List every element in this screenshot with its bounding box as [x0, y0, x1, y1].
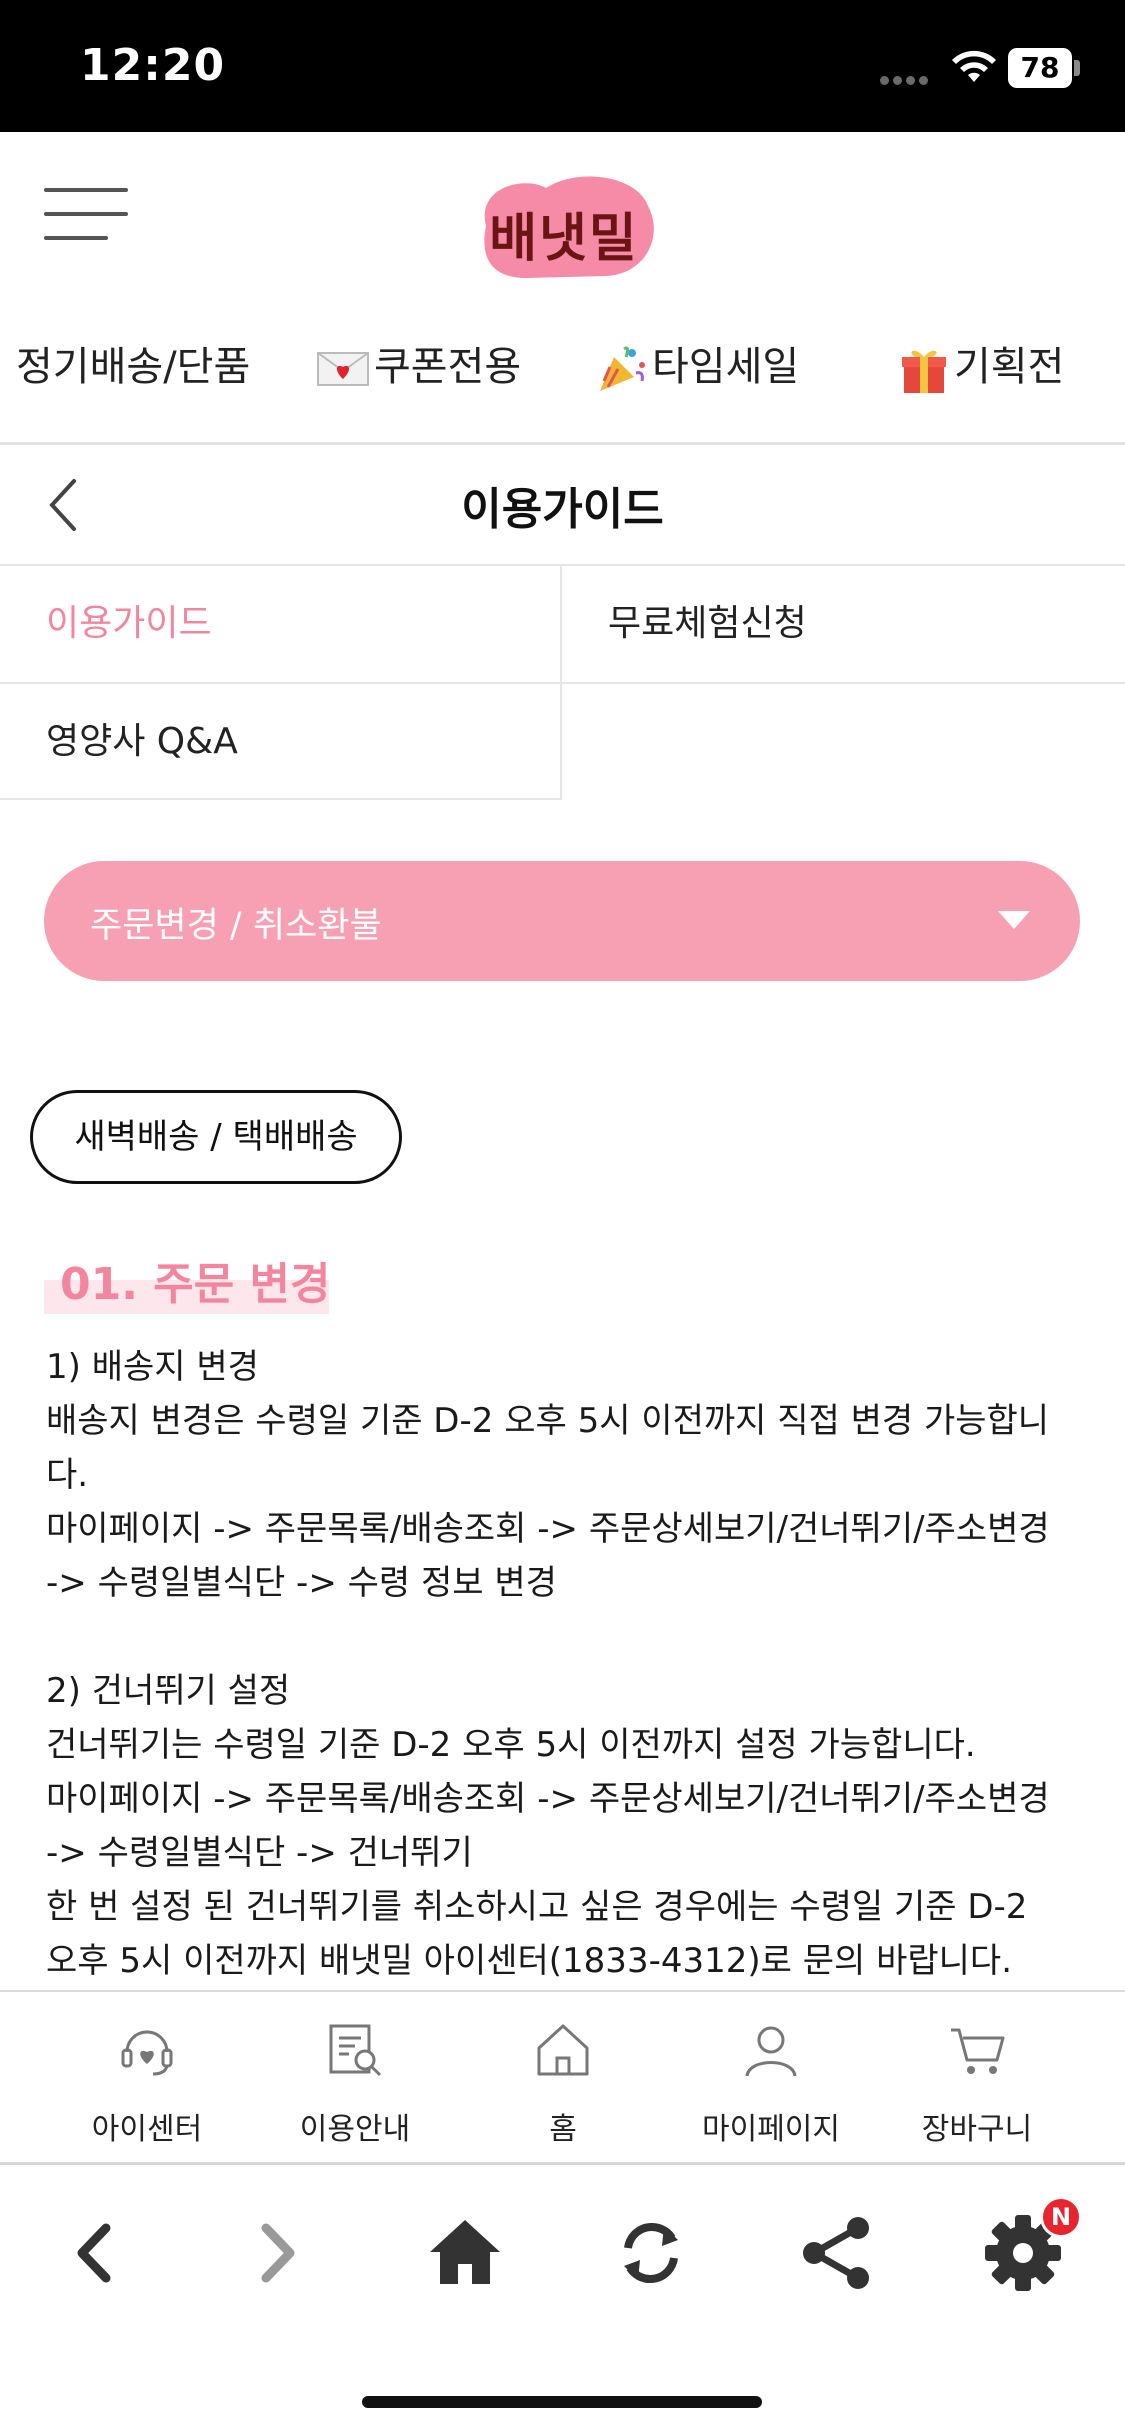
tab-label: 타임세일	[652, 344, 800, 390]
content-line: 2) 건너뛰기 설정	[46, 1671, 291, 1711]
content-line: -> 수령일별식단 -> 수령 정보 변경	[46, 1563, 557, 1603]
content-line: 다.	[46, 1455, 89, 1495]
nav-item-icenter[interactable]: 아이센터	[42, 1992, 252, 2167]
bottom-nav: 아이센터 이용안내 홈 마이페이지 장바구니	[0, 1990, 1125, 2165]
content-gap	[46, 1610, 1086, 1664]
hamburger-menu-icon[interactable]	[44, 188, 128, 244]
battery-tip	[1074, 60, 1080, 76]
tab-time-sale[interactable]: 타임세일	[596, 337, 799, 397]
logo-text: 배냇밀	[489, 209, 639, 269]
content-line: 1) 배송지 변경	[46, 1347, 259, 1387]
nav-label: 장바구니	[921, 2112, 1033, 2147]
tab-subscription[interactable]: 정기배송/단품	[16, 337, 250, 397]
cart-icon	[951, 2028, 1005, 2074]
nav-label: 아이센터	[91, 2112, 203, 2147]
content-line: 마이페이지 -> 주문목록/배송조회 -> 주문상세보기/건너뛰기/주소변경	[46, 1509, 1050, 1549]
submenu-divider	[0, 798, 562, 800]
tab-label: 정기배송/단품	[16, 344, 251, 390]
section-heading-text: 01. 주문 변경	[60, 1259, 331, 1310]
submenu-divider	[0, 682, 1125, 684]
nav-item-mypage[interactable]: 마이페이지	[666, 1992, 876, 2167]
nav-item-home[interactable]: 홈	[458, 1992, 668, 2167]
notification-badge: N	[1040, 2196, 1082, 2238]
gift-icon	[902, 350, 946, 393]
tab-special-exhibit[interactable]: 기획전	[898, 337, 1064, 397]
delivery-type-pill[interactable]: 새벽배송 / 택배배송	[30, 1090, 402, 1184]
browser-forward-icon[interactable]	[232, 2208, 322, 2298]
nav-item-cart[interactable]: 장바구니	[872, 1992, 1082, 2167]
category-tabs: 정기배송/단품 쿠폰전용 타임세일 기획전	[0, 307, 1125, 437]
refresh-icon[interactable]	[606, 2208, 696, 2298]
tab-label: 기획전	[954, 344, 1065, 390]
nav-item-usage-guide[interactable]: 이용안내	[250, 1992, 460, 2167]
status-time: 12:20	[80, 40, 226, 91]
dropdown-selected-value: 주문변경 / 취소환불	[90, 906, 382, 946]
content-line: 한 번 설정 된 건너뛰기를 취소하시고 싶은 경우에는 수령일 기준 D-2	[46, 1887, 1028, 1927]
battery-icon: 78	[1008, 48, 1072, 88]
nav-label: 마이페이지	[702, 2112, 840, 2147]
home-indicator	[362, 2396, 762, 2408]
wifi-icon	[952, 50, 996, 82]
love-letter-icon	[317, 352, 369, 386]
page-title-bar: 이용가이드	[0, 445, 1125, 565]
nav-label: 이용안내	[299, 2112, 411, 2147]
guide-submenu: 이용가이드 무료체험신청 영양사 Q&A	[0, 566, 1125, 800]
content-line: 배송지 변경은 수령일 기준 D-2 오후 5시 이전까지 직접 변경 가능합니	[46, 1401, 1050, 1441]
party-popper-icon	[600, 346, 645, 391]
submenu-item-free-trial[interactable]: 무료체험신청	[562, 566, 1125, 682]
submenu-item-nutritionist-qa[interactable]: 영양사 Q&A	[0, 684, 560, 800]
caret-down-icon	[998, 911, 1030, 929]
nav-label: 홈	[549, 2112, 577, 2147]
content-line: 건너뛰기는 수령일 기준 D-2 오후 5시 이전까지 설정 가능합니다.	[46, 1725, 976, 1765]
share-icon[interactable]	[792, 2208, 882, 2298]
status-bar: 12:20 78	[0, 0, 1125, 132]
submenu-item-guide[interactable]: 이용가이드	[0, 566, 560, 682]
tab-coupon[interactable]: 쿠폰전용	[316, 337, 521, 397]
browser-home-icon[interactable]	[420, 2208, 510, 2298]
headset-heart-icon	[121, 2030, 173, 2076]
person-icon	[745, 2026, 797, 2077]
house-icon	[537, 2024, 589, 2076]
category-dropdown[interactable]: 주문변경 / 취소환불	[44, 861, 1080, 981]
tab-label: 쿠폰전용	[374, 344, 522, 390]
cellular-signal-icon	[880, 70, 936, 85]
content-line: 마이페이지 -> 주문목록/배송조회 -> 주문상세보기/건너뛰기/주소변경	[46, 1779, 1050, 1819]
content-line: -> 수령일별식단 -> 건너뛰기	[46, 1833, 473, 1873]
guide-content: 1) 배송지 변경 배송지 변경은 수령일 기준 D-2 오후 5시 이전까지 …	[46, 1340, 1086, 1990]
browser-back-icon[interactable]	[50, 2208, 140, 2298]
content-line: 오후 5시 이전까지 배냇밀 아이센터(1833-4312)로 문의 바랍니다.	[46, 1941, 1013, 1981]
document-search-icon	[329, 2024, 382, 2077]
brand-logo[interactable]: 배냇밀	[466, 166, 662, 282]
site-header: 배냇밀	[0, 132, 1125, 307]
page-title: 이용가이드	[461, 484, 664, 535]
